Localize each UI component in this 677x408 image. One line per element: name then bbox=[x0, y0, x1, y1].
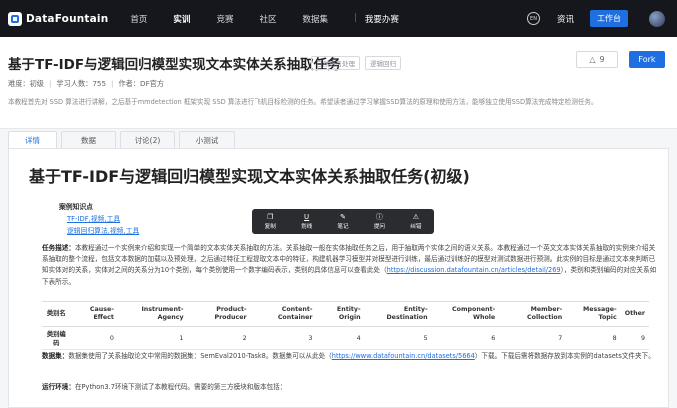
learner-count: 学习人数：755 bbox=[56, 79, 107, 88]
logo[interactable]: DataFountain bbox=[8, 11, 109, 26]
tab-discussion[interactable]: 讨论(2) bbox=[120, 131, 175, 148]
page-title: 基于TF-IDF与逻辑回归模型实现文本实体关系抽取任务 bbox=[8, 57, 341, 73]
language-icon[interactable]: EN bbox=[526, 12, 540, 25]
table-cell: 5 bbox=[364, 326, 432, 350]
content-tabs: 详情 数据 讨论(2) 小测试 bbox=[8, 131, 239, 148]
underline-label: 划线 bbox=[301, 224, 313, 230]
question-icon: ⓘ bbox=[375, 213, 383, 221]
question-button[interactable]: ⓘ 提问 bbox=[361, 209, 397, 234]
nav-item-community[interactable]: 社区 bbox=[259, 13, 276, 25]
environment-description: 运行环境：在Python3.7环境下测试了本教程代码。需要的第三方模块和版本包括… bbox=[42, 382, 658, 393]
main-nav: 首页 实训 竞赛 社区 数据集 | 我要办赛 bbox=[130, 13, 424, 25]
tab-data[interactable]: 数据 bbox=[61, 131, 116, 148]
table-header: Product-Producer bbox=[187, 301, 251, 327]
table-header: Message-Topic bbox=[566, 301, 621, 327]
like-button[interactable]: △ 9 bbox=[576, 51, 618, 68]
dataset-text: 数据集使用了关系抽取论文中常用的数据集：SemEval2010-Task8。数据… bbox=[68, 352, 332, 360]
info-link[interactable]: 资讯 bbox=[557, 13, 574, 25]
table-cell: 0 bbox=[70, 326, 118, 350]
table-header-row: 类别名 Cause-Effect Instrument-Agency Produ… bbox=[42, 301, 649, 327]
report-error-label: 纠错 bbox=[410, 224, 422, 230]
course-header: 基于TF-IDF与逻辑回归模型实现文本实体关系抽取任务 自然语言处理 逻辑回归 … bbox=[0, 37, 677, 129]
table-cell: 6 bbox=[431, 326, 500, 350]
task-description: 任务描述：本教程通过一个实例来介绍和实现一个简单的文本实体关系抽取的方法。关系抽… bbox=[42, 243, 658, 288]
table-cell: 1 bbox=[117, 326, 188, 350]
table-header: Component-Whole bbox=[431, 301, 500, 327]
like-icon: △ bbox=[589, 55, 596, 64]
report-error-button[interactable]: ⚠ 纠错 bbox=[398, 209, 434, 234]
note-label: 笔记 bbox=[337, 224, 349, 230]
course-meta: 难度：初级 | 学习人数：755 | 作者：DF官方 bbox=[8, 79, 165, 88]
top-navigation-bar: DataFountain 首页 实训 竞赛 社区 数据集 | 我要办赛 EN 资… bbox=[0, 0, 677, 37]
table-row: 类别编码 0 1 2 3 4 5 6 7 8 9 bbox=[42, 326, 649, 350]
tag-nlp[interactable]: 自然语言处理 bbox=[311, 56, 360, 70]
nav-item-datasets[interactable]: 数据集 bbox=[302, 13, 328, 25]
nav-item-home[interactable]: 首页 bbox=[130, 13, 147, 25]
nav-item-host-competition[interactable]: 我要办赛 bbox=[365, 13, 399, 25]
table-cell: 7 bbox=[499, 326, 567, 350]
table-cell: 2 bbox=[187, 326, 251, 350]
course-description: 本教程首先对 SSD 算法进行讲解，之后基于mmdetection 框架实现 S… bbox=[8, 98, 598, 106]
table-header: Content-Container bbox=[250, 301, 317, 327]
copy-button[interactable]: ❐ 复制 bbox=[252, 209, 288, 234]
table-header: Instrument-Agency bbox=[117, 301, 188, 327]
underline-button[interactable]: U 划线 bbox=[288, 209, 324, 234]
table-header: Entity-Destination bbox=[364, 301, 432, 327]
table-header: Cause-Effect bbox=[70, 301, 118, 327]
details-panel: 基于TF-IDF与逻辑回归模型实现文本实体关系抽取任务(初级) 案例知识点 TF… bbox=[8, 148, 669, 408]
copy-label: 复制 bbox=[264, 224, 276, 230]
table-cell: 9 bbox=[620, 326, 649, 350]
fork-button[interactable]: Fork bbox=[629, 51, 665, 68]
pen-icon: ✎ bbox=[340, 213, 346, 221]
table-cell: 4 bbox=[316, 326, 365, 350]
table-cell: 3 bbox=[250, 326, 317, 350]
like-count: 9 bbox=[599, 55, 605, 64]
difficulty: 难度：初级 bbox=[8, 79, 44, 88]
logo-text: DataFountain bbox=[26, 12, 109, 25]
top-right-actions: EN 资讯 工作台 bbox=[526, 0, 677, 37]
content-title: 基于TF-IDF与逻辑回归模型实现文本实体关系抽取任务(初级) bbox=[29, 167, 470, 186]
nav-item-competition[interactable]: 竞赛 bbox=[216, 13, 233, 25]
workbench-button[interactable]: 工作台 bbox=[590, 10, 628, 27]
env-text: 在Python3.7环境下测试了本教程代码。需要的第三方模块和版本包括： bbox=[74, 383, 287, 391]
avatar[interactable] bbox=[649, 10, 665, 27]
question-label: 提问 bbox=[373, 224, 386, 230]
table-cell: 类别编码 bbox=[42, 326, 71, 350]
dataset-description: 数据集：数据集使用了关系抽取论文中常用的数据集：SemEval2010-Task… bbox=[42, 351, 658, 362]
task-label: 任务描述： bbox=[42, 244, 75, 252]
kb-link-tfidf[interactable]: TF-IDF,视频,工具 bbox=[67, 213, 120, 223]
table-header: Member-Collection bbox=[499, 301, 567, 327]
table-header: 类别名 bbox=[42, 301, 71, 327]
category-table: 类别名 Cause-Effect Instrument-Agency Produ… bbox=[42, 301, 649, 350]
tab-quiz[interactable]: 小测试 bbox=[179, 131, 235, 148]
logo-icon bbox=[8, 11, 22, 26]
task-link[interactable]: https://discussion.datafountain.cn/artic… bbox=[387, 266, 561, 274]
nav-divider: | bbox=[353, 12, 357, 23]
warning-icon: ⚠ bbox=[412, 213, 419, 221]
table-header: Other bbox=[620, 301, 649, 327]
note-button[interactable]: ✎ 笔记 bbox=[325, 209, 361, 234]
tab-details[interactable]: 详情 bbox=[8, 131, 57, 148]
author: 作者：DF官方 bbox=[118, 79, 165, 88]
copy-icon: ❐ bbox=[267, 213, 274, 221]
knowledge-points-label: 案例知识点 bbox=[59, 203, 93, 211]
kb-link-logistic-regression[interactable]: 逻辑回归算法,视频,工具 bbox=[67, 225, 139, 235]
table-header: Entity-Origin bbox=[316, 301, 365, 327]
selection-toolbar: ❐ 复制 U 划线 ✎ 笔记 ⓘ 提问 ⚠ 纠错 bbox=[252, 209, 434, 234]
dataset-label: 数据集： bbox=[42, 352, 69, 360]
table-cell: 8 bbox=[566, 326, 621, 350]
tag-logistic-regression[interactable]: 逻辑回归 bbox=[365, 56, 401, 70]
nav-item-training[interactable]: 实训 bbox=[173, 13, 190, 25]
dataset-link[interactable]: https://www.datafountain.cn/datasets/566… bbox=[332, 352, 475, 360]
dataset-text-tail: ）下载。下载后需将数据存放到本实例的datasets文件夹下。 bbox=[474, 352, 655, 360]
env-label: 运行环境： bbox=[42, 383, 75, 391]
underline-icon: U bbox=[304, 213, 310, 221]
